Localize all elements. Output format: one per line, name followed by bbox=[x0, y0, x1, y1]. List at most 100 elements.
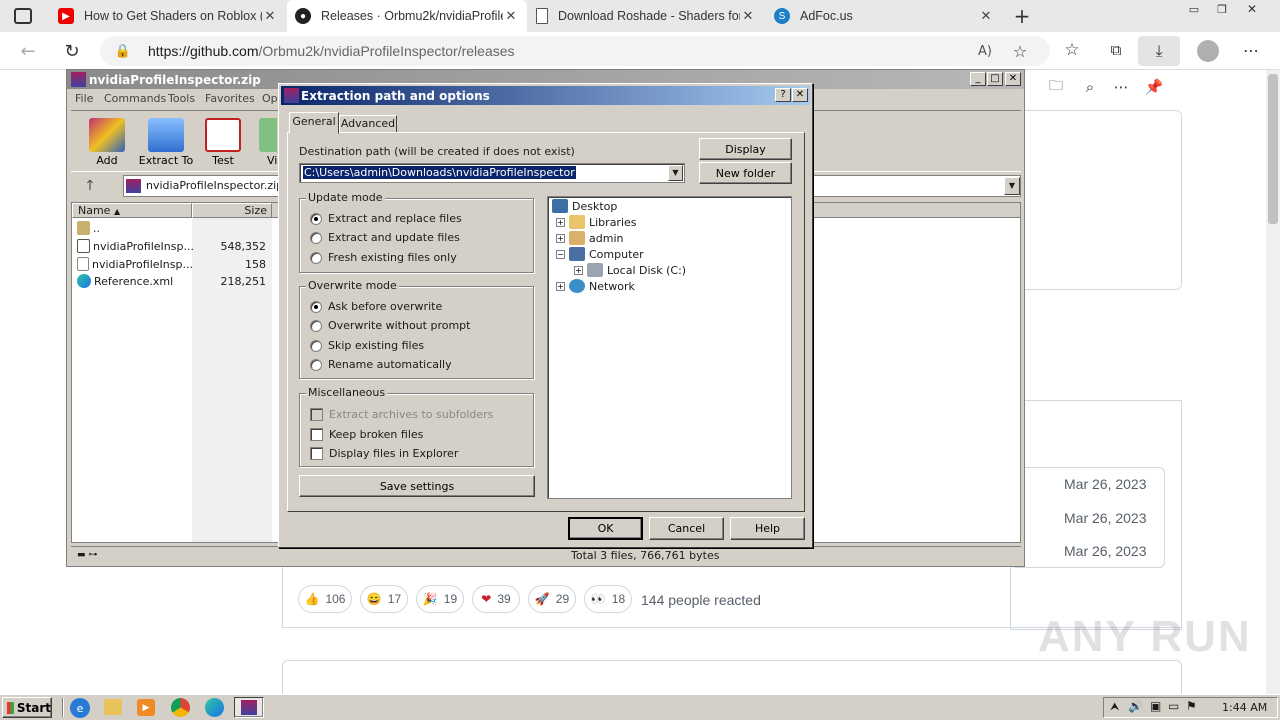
reaction-rocket[interactable]: 🚀 29 bbox=[528, 585, 576, 613]
new-folder-button[interactable]: New folder bbox=[699, 162, 792, 184]
checkbox-display-explorer[interactable]: Display files in Explorer bbox=[310, 447, 458, 460]
more-menu-icon[interactable]: ⋯ bbox=[1240, 40, 1262, 60]
tab-advanced[interactable]: Advanced bbox=[339, 115, 397, 133]
tab-general[interactable]: General bbox=[289, 112, 339, 134]
collapse-icon[interactable]: − bbox=[556, 249, 565, 259]
display-button[interactable]: Display bbox=[699, 138, 792, 160]
tab-github[interactable]: ● Releases · Orbmu2k/nvidiaProfile ✕ bbox=[287, 0, 527, 32]
downloads-icon[interactable]: ⤓ bbox=[1138, 36, 1180, 66]
expand-icon[interactable]: + bbox=[556, 281, 565, 291]
maximize-button[interactable]: □ bbox=[987, 72, 1003, 86]
add-favorite-icon[interactable]: ☆ bbox=[1010, 41, 1030, 61]
media-player-icon[interactable]: ▶ bbox=[137, 699, 155, 716]
close-window-icon[interactable]: ✕ bbox=[1242, 2, 1262, 16]
up-folder-icon[interactable]: ↑ bbox=[77, 178, 103, 198]
explorer-icon[interactable] bbox=[104, 699, 122, 715]
chevron-down-icon[interactable]: ▼ bbox=[1004, 177, 1020, 195]
tree-network[interactable]: + Network bbox=[556, 279, 635, 293]
column-name[interactable]: Name ▲ bbox=[72, 203, 192, 218]
reaction-thumbsup[interactable]: 👍 106 bbox=[298, 585, 352, 613]
lock-icon[interactable]: 🔒 bbox=[115, 42, 131, 60]
checkbox-keep-broken[interactable]: Keep broken files bbox=[310, 428, 423, 441]
page-scrollbar[interactable] bbox=[1266, 70, 1280, 694]
destination-path-input[interactable]: C:\Users\admin\Downloads\nvidiaProfileIn… bbox=[299, 163, 685, 183]
tab-youtube[interactable]: ▶ How to Get Shaders on Roblox (F ✕ bbox=[50, 0, 286, 32]
volume-icon[interactable]: 🔊 bbox=[1128, 699, 1143, 713]
list-item[interactable]: nvidiaProfileInsp... bbox=[77, 239, 194, 253]
view-button[interactable]: Vi bbox=[247, 118, 277, 167]
reaction-hooray[interactable]: 🎉 19 bbox=[416, 585, 464, 613]
refresh-icon[interactable]: ↻ bbox=[60, 40, 84, 62]
close-icon[interactable]: ✕ bbox=[503, 8, 519, 24]
reaction-laugh[interactable]: 😄 17 bbox=[360, 585, 408, 613]
profile-avatar[interactable] bbox=[1197, 40, 1219, 62]
expand-icon[interactable]: + bbox=[556, 233, 565, 243]
radio-skip-existing[interactable]: Skip existing files bbox=[310, 339, 424, 352]
back-icon[interactable]: ← bbox=[16, 40, 40, 62]
ie-icon[interactable]: e bbox=[70, 698, 90, 718]
collections-icon[interactable]: ⧉ bbox=[1106, 40, 1126, 60]
pin-icon[interactable]: 📌 bbox=[1144, 78, 1164, 96]
radio-ask-before[interactable]: Ask before overwrite bbox=[310, 300, 442, 313]
tab-actions-icon[interactable] bbox=[14, 8, 32, 24]
more-icon[interactable]: ⋯ bbox=[1111, 78, 1131, 96]
tree-local-disk[interactable]: + Local Disk (C:) bbox=[574, 263, 686, 277]
tree-admin[interactable]: + admin bbox=[556, 231, 623, 245]
cancel-button[interactable]: Cancel bbox=[649, 517, 724, 540]
start-button[interactable]: Start bbox=[2, 697, 52, 718]
menu-commands[interactable]: Commands bbox=[104, 92, 166, 105]
radio-extract-update[interactable]: Extract and update files bbox=[310, 231, 460, 244]
close-icon[interactable]: ✕ bbox=[978, 8, 994, 24]
close-button[interactable]: ✕ bbox=[1005, 72, 1021, 86]
minimize-button[interactable]: _ bbox=[970, 72, 986, 86]
menu-tools[interactable]: Tools bbox=[168, 92, 195, 105]
menu-file[interactable]: File bbox=[75, 92, 93, 105]
column-size[interactable]: Size bbox=[192, 203, 272, 218]
display-tray-icon[interactable]: ▭ bbox=[1168, 699, 1179, 713]
chevron-down-icon[interactable]: ▼ bbox=[668, 165, 683, 181]
search-icon[interactable]: ⌕ bbox=[1080, 78, 1100, 96]
test-button[interactable]: Test bbox=[193, 118, 253, 167]
folder-icon[interactable]: 🗀 bbox=[1046, 78, 1066, 96]
expand-icon[interactable]: + bbox=[574, 265, 583, 275]
chrome-icon[interactable] bbox=[171, 698, 190, 717]
radio-rename-auto[interactable]: Rename automatically bbox=[310, 358, 452, 371]
extract-to-button[interactable]: Extract To bbox=[136, 118, 196, 167]
scrollbar-thumb[interactable] bbox=[1268, 74, 1278, 224]
radio-fresh-existing[interactable]: Fresh existing files only bbox=[310, 251, 457, 264]
save-settings-button[interactable]: Save settings bbox=[299, 475, 535, 497]
close-icon[interactable]: ✕ bbox=[262, 8, 278, 24]
minimize-icon[interactable]: ▭ bbox=[1184, 2, 1204, 16]
add-button[interactable]: Add bbox=[77, 118, 137, 167]
folder-tree[interactable]: Desktop + Libraries + admin − Computer + Loc… bbox=[547, 196, 792, 499]
new-tab-icon[interactable]: + bbox=[1010, 4, 1034, 28]
close-icon[interactable]: ✕ bbox=[740, 8, 756, 24]
tab-roshade[interactable]: Download Roshade - Shaders for ✕ bbox=[528, 0, 764, 32]
tree-desktop[interactable]: Desktop bbox=[552, 199, 617, 213]
list-item[interactable]: nvidiaProfileInsp... bbox=[77, 257, 193, 271]
help-icon[interactable]: ? bbox=[775, 88, 791, 102]
clock[interactable]: 1:44 AM bbox=[1222, 701, 1267, 714]
expand-icon[interactable]: + bbox=[556, 217, 565, 227]
tab-adfocus[interactable]: S AdFoc.us ✕ bbox=[766, 0, 1002, 32]
network-tray-icon[interactable]: ▣ bbox=[1150, 699, 1161, 713]
tray-arrow-icon[interactable]: ⮝ bbox=[1110, 700, 1119, 714]
tree-libraries[interactable]: + Libraries bbox=[556, 215, 637, 229]
radio-overwrite-without-prompt[interactable]: Overwrite without prompt bbox=[310, 319, 470, 332]
list-item[interactable]: Reference.xml bbox=[77, 274, 173, 288]
edge-icon[interactable] bbox=[205, 698, 224, 717]
winrar-task-button[interactable] bbox=[234, 697, 264, 718]
flag-icon[interactable]: ⚑ bbox=[1186, 699, 1197, 713]
url-field[interactable]: 🔒 https://github.com/Orbmu2k/nvidiaProfi… bbox=[100, 36, 1050, 66]
help-button[interactable]: Help bbox=[730, 517, 805, 540]
favorites-icon[interactable]: ☆ bbox=[1062, 40, 1082, 60]
ok-button[interactable]: OK bbox=[568, 517, 643, 540]
reaction-eyes[interactable]: 👀 18 bbox=[584, 585, 632, 613]
read-aloud-icon[interactable]: A) bbox=[975, 42, 995, 60]
close-icon[interactable]: ✕ bbox=[792, 88, 808, 102]
radio-extract-replace[interactable]: Extract and replace files bbox=[310, 212, 462, 225]
tree-computer[interactable]: − Computer bbox=[556, 247, 644, 261]
reaction-heart[interactable]: ❤ 39 bbox=[472, 585, 520, 613]
list-item[interactable]: .. bbox=[77, 221, 100, 235]
menu-favorites[interactable]: Favorites bbox=[205, 92, 255, 105]
